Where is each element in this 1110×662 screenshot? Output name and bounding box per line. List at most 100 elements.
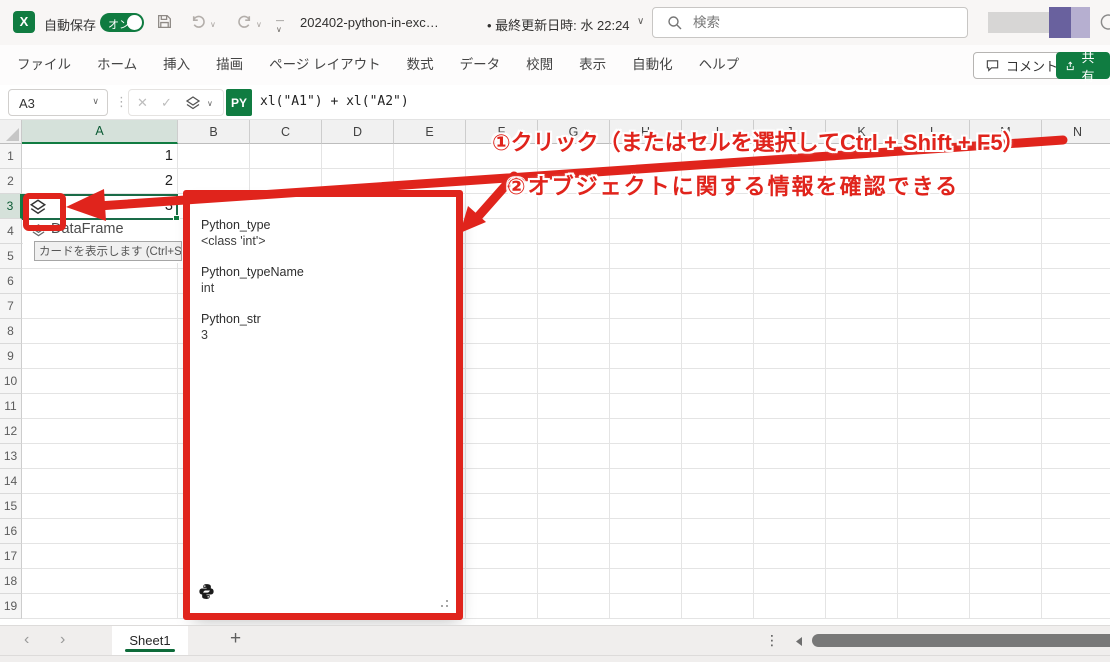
cell-M15[interactable] [970,494,1042,519]
hscroll-left-arrow[interactable] [794,635,804,648]
column-header-N[interactable]: N [1042,120,1110,144]
cell-G5[interactable] [538,244,610,269]
cell-M17[interactable] [970,544,1042,569]
cell-H15[interactable] [610,494,682,519]
ribbon-tab-ホーム[interactable]: ホーム [84,45,150,85]
quick-access-customize-icon[interactable]: —∨ [276,16,284,34]
cell-N18[interactable] [1042,569,1110,594]
ribbon-tab-ファイル[interactable]: ファイル [4,45,84,85]
cell-A19[interactable] [22,594,178,619]
cell-I18[interactable] [682,569,754,594]
cell-H14[interactable] [610,469,682,494]
row-header-13[interactable]: 13 [0,444,22,469]
cell-J6[interactable] [754,269,826,294]
row-header-6[interactable]: 6 [0,269,22,294]
cell-K11[interactable] [826,394,898,419]
cell-F17[interactable] [466,544,538,569]
cell-M6[interactable] [970,269,1042,294]
cell-M7[interactable] [970,294,1042,319]
row-header-5[interactable]: 5 [0,244,22,269]
cell-I16[interactable] [682,519,754,544]
cell-G17[interactable] [538,544,610,569]
cell-I17[interactable] [682,544,754,569]
cell-J18[interactable] [754,569,826,594]
cell-I5[interactable] [682,244,754,269]
cell-G14[interactable] [538,469,610,494]
search-box[interactable] [652,7,968,38]
cell-I15[interactable] [682,494,754,519]
cell-J19[interactable] [754,594,826,619]
row-header-15[interactable]: 15 [0,494,22,519]
cell-H16[interactable] [610,519,682,544]
ribbon-tab-ヘルプ[interactable]: ヘルプ [686,45,753,85]
cell-J4[interactable] [754,219,826,244]
cell-H13[interactable] [610,444,682,469]
cell-N19[interactable] [1042,594,1110,619]
save-icon[interactable] [156,13,173,30]
cell-G9[interactable] [538,344,610,369]
cell-L10[interactable] [898,369,970,394]
row-header-7[interactable]: 7 [0,294,22,319]
cell-K5[interactable] [826,244,898,269]
cell-K17[interactable] [826,544,898,569]
cell-G8[interactable] [538,319,610,344]
row-header-2[interactable]: 2 [0,169,22,194]
row-header-11[interactable]: 11 [0,394,22,419]
cell-M19[interactable] [970,594,1042,619]
cell-G4[interactable] [538,219,610,244]
cell-I11[interactable] [682,394,754,419]
cell-H17[interactable] [610,544,682,569]
cell-N8[interactable] [1042,319,1110,344]
cell-F12[interactable] [466,419,538,444]
cell-L19[interactable] [898,594,970,619]
cell-L8[interactable] [898,319,970,344]
cell-L17[interactable] [898,544,970,569]
cell-M3[interactable] [970,194,1042,219]
ribbon-tab-描画[interactable]: 描画 [203,45,256,85]
cell-J9[interactable] [754,344,826,369]
cell-K12[interactable] [826,419,898,444]
cell-A14[interactable] [22,469,178,494]
redo-dropdown-icon[interactable]: ∨ [256,20,262,29]
autosave-toggle[interactable]: オン [100,13,144,32]
cell-A7[interactable] [22,294,178,319]
cell-N7[interactable] [1042,294,1110,319]
row-header-14[interactable]: 14 [0,469,22,494]
cell-F6[interactable] [466,269,538,294]
cell-N3[interactable] [1042,194,1110,219]
cell-I7[interactable] [682,294,754,319]
cell-M10[interactable] [970,369,1042,394]
cell-F11[interactable] [466,394,538,419]
cell-G18[interactable] [538,569,610,594]
cell-I19[interactable] [682,594,754,619]
sheet-bar-menu-icon[interactable]: ⋮ [765,632,779,649]
share-button[interactable]: 共有 [1056,52,1110,79]
cell-H8[interactable] [610,319,682,344]
ribbon-tab-自動化[interactable]: 自動化 [619,45,686,85]
cell-N4[interactable] [1042,219,1110,244]
cell-I10[interactable] [682,369,754,394]
cell-H6[interactable] [610,269,682,294]
cell-N2[interactable] [1042,169,1110,194]
document-title[interactable]: 202402-python-in-exc… [300,15,439,30]
row-header-1[interactable]: 1 [0,144,22,169]
cell-M12[interactable] [970,419,1042,444]
cell-I14[interactable] [682,469,754,494]
cell-A6[interactable] [22,269,178,294]
cell-N13[interactable] [1042,444,1110,469]
cell-K18[interactable] [826,569,898,594]
ribbon-tab-表示[interactable]: 表示 [566,45,619,85]
cell-L11[interactable] [898,394,970,419]
cell-F9[interactable] [466,344,538,369]
cell-J13[interactable] [754,444,826,469]
cell-A1[interactable]: 1 [22,144,178,169]
undo-icon[interactable] [190,13,207,30]
cell-L16[interactable] [898,519,970,544]
cell-F16[interactable] [466,519,538,544]
last-updated-label[interactable]: • 最終更新日時: 水 22:24 [487,15,630,34]
cell-G6[interactable] [538,269,610,294]
undo-dropdown-icon[interactable]: ∨ [210,20,216,29]
column-header-A[interactable]: A [22,120,178,144]
cell-N17[interactable] [1042,544,1110,569]
cell-N1[interactable] [1042,144,1110,169]
